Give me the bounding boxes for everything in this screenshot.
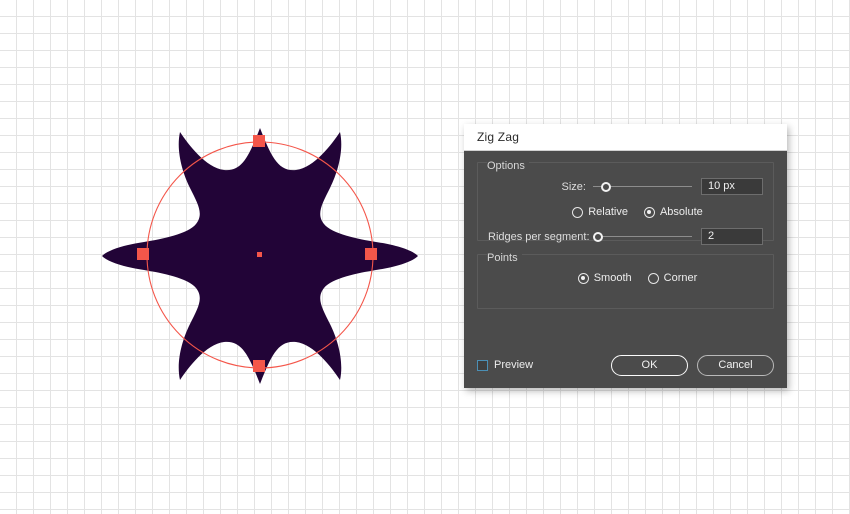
radio-corner[interactable]: Corner	[647, 272, 698, 284]
radio-corner-label: Corner	[663, 272, 698, 284]
center-anchor-point	[257, 252, 262, 257]
ridges-label: Ridges per segment:	[488, 230, 590, 243]
radio-corner-dot	[647, 272, 659, 284]
dialog-footer: Preview OK Cancel	[464, 342, 787, 388]
radio-smooth-dot	[577, 272, 589, 284]
radio-smooth-label: Smooth	[593, 272, 632, 284]
radio-relative-dot	[572, 206, 584, 218]
preview-checkbox[interactable]	[477, 359, 488, 371]
cancel-button[interactable]: Cancel	[697, 354, 774, 376]
anchor-point-left	[137, 248, 149, 260]
radio-absolute[interactable]: Absolute	[643, 206, 703, 218]
size-slider[interactable]	[593, 177, 692, 196]
points-group: Points Smooth Corner	[477, 252, 774, 309]
preview-toggle[interactable]: Preview	[477, 359, 533, 371]
radio-absolute-label: Absolute	[659, 206, 703, 218]
dialog-body: Options Size: 10 px Relative Absolute Ri…	[464, 151, 787, 309]
anchor-point-top	[253, 135, 265, 147]
size-input[interactable]: 10 px	[701, 178, 763, 195]
dialog-titlebar[interactable]: Zig Zag	[464, 124, 787, 151]
points-radio-group: Smooth Corner	[488, 269, 763, 287]
options-group-label: Options	[487, 160, 529, 173]
radio-relative-label: Relative	[588, 206, 628, 218]
vector-artwork-star[interactable]	[100, 110, 420, 400]
preview-label: Preview	[494, 359, 534, 371]
size-row: Size: 10 px	[488, 177, 763, 196]
ridges-slider-knob[interactable]	[593, 231, 603, 242]
ridges-input[interactable]: 2	[701, 228, 763, 245]
zigzag-dialog[interactable]: Zig Zag Options Size: 10 px Relative Abs…	[464, 124, 787, 388]
radio-relative[interactable]: Relative	[572, 206, 628, 218]
ridges-row: Ridges per segment: 2	[488, 227, 763, 246]
dialog-title: Zig Zag	[477, 130, 520, 144]
ok-button[interactable]: OK	[611, 354, 688, 376]
anchor-point-bottom	[253, 360, 265, 372]
points-group-label: Points	[487, 252, 522, 265]
anchor-point-right	[365, 248, 377, 260]
radio-smooth[interactable]: Smooth	[577, 272, 632, 284]
size-label: Size:	[561, 180, 586, 193]
size-slider-knob[interactable]	[601, 181, 611, 192]
ridges-slider[interactable]	[593, 227, 692, 246]
size-mode-radio-group: Relative Absolute	[488, 203, 763, 221]
illustrator-zigzag-screen: Zig Zag Options Size: 10 px Relative Abs…	[0, 0, 850, 514]
ridges-slider-track	[593, 236, 692, 237]
options-group: Options Size: 10 px Relative Absolute Ri…	[477, 160, 774, 245]
radio-absolute-dot	[643, 206, 655, 218]
dialog-buttons: OK Cancel	[611, 354, 774, 376]
